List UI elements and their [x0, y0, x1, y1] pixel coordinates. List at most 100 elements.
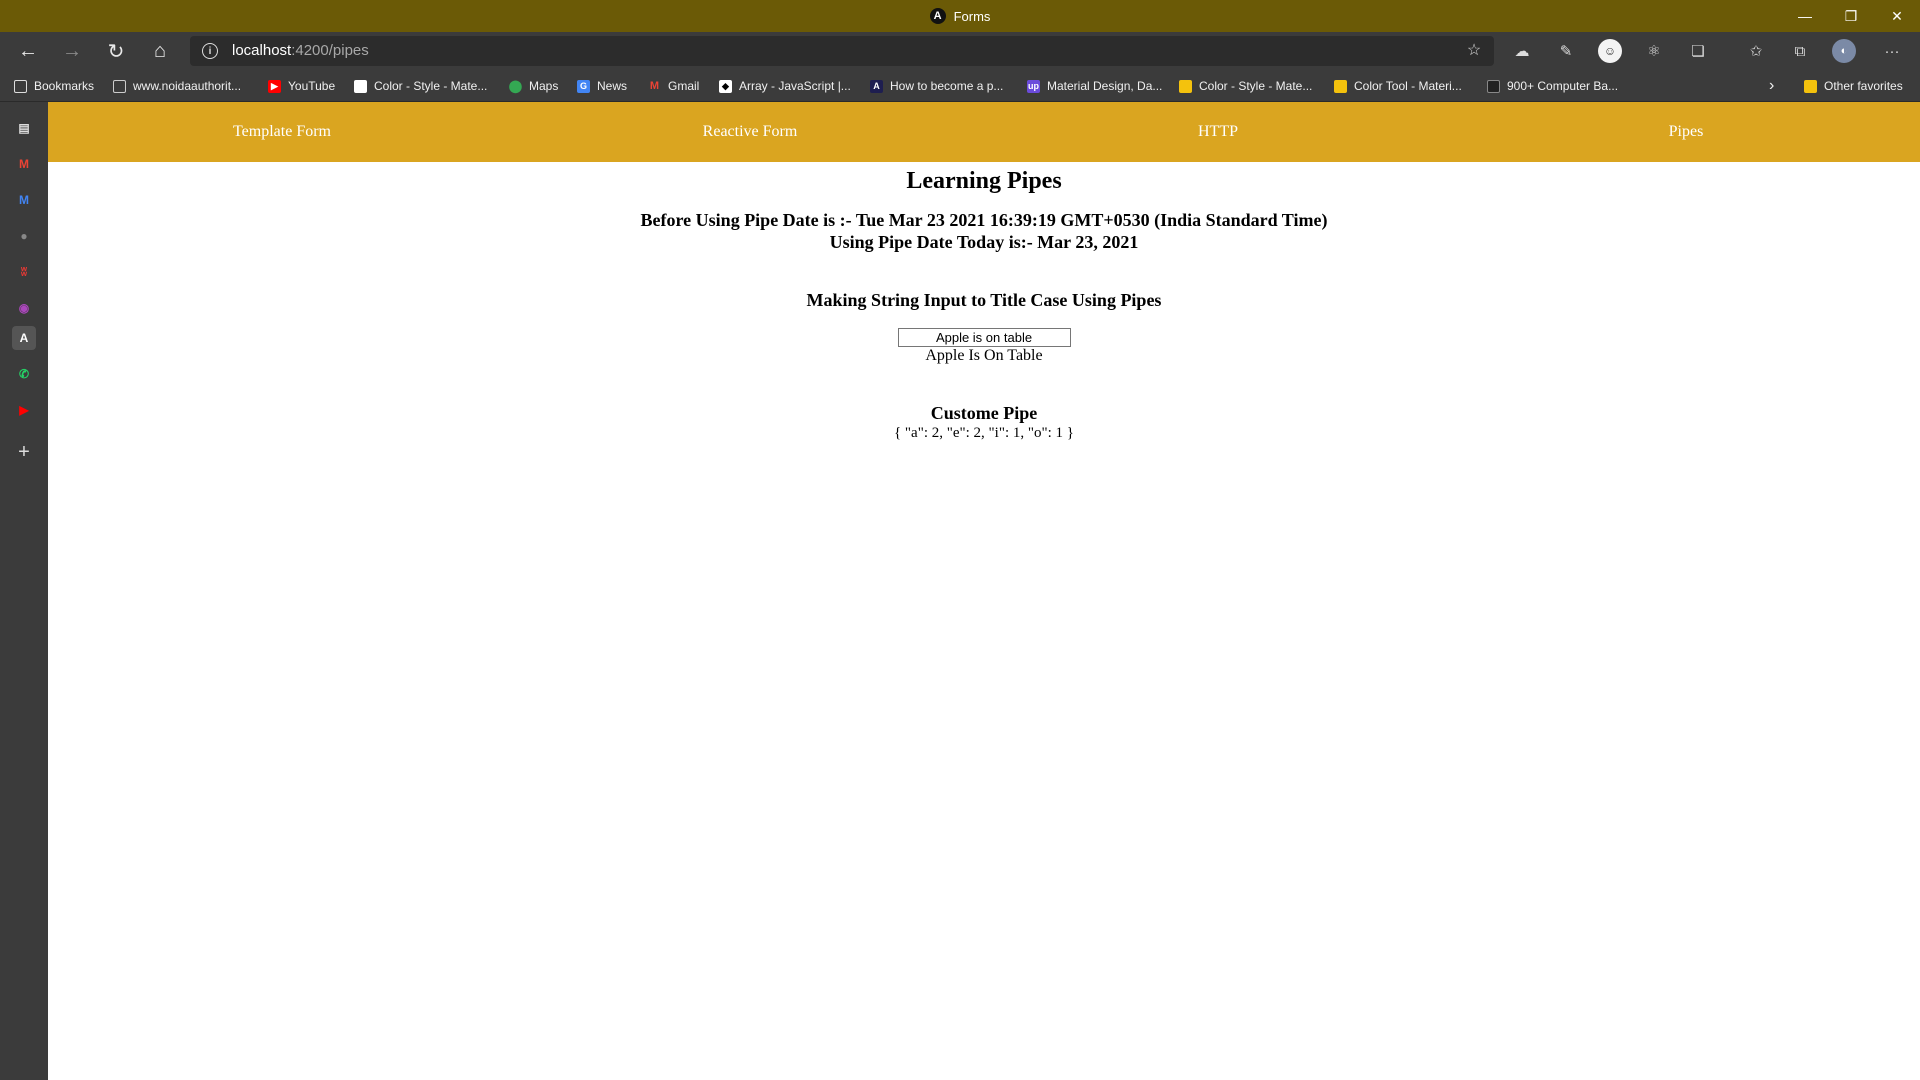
upwork-icon: up [1027, 79, 1040, 93]
bookmark-label: Array - JavaScript |... [739, 79, 851, 93]
sidebar-whatsapp-icon[interactable]: ✆ [12, 362, 36, 386]
pipes-content: Learning Pipes Before Using Pipe Date is… [48, 164, 1920, 442]
bookmark-item[interactable]: M Gmail [648, 70, 699, 102]
bookmark-item[interactable]: Bookmarks [14, 70, 94, 102]
page-title: Learning Pipes [906, 168, 1062, 194]
profile-icon[interactable]: ◐ [1832, 39, 1856, 63]
bookmark-item[interactable]: Color - Style - Mate... [1179, 70, 1312, 102]
angular-app-icon: A [929, 8, 946, 24]
custom-pipe-heading: Custome Pipe [930, 403, 1038, 423]
color-tool-icon [1334, 79, 1347, 93]
bookmark-item[interactable]: 900+ Computer Ba... [1487, 70, 1618, 102]
bookmark-item[interactable]: ◆ Array - JavaScript |... [719, 70, 851, 102]
extension-puzzle-icon[interactable]: ❏ [1686, 39, 1710, 63]
sidebar-app-colorful-icon[interactable]: ◉ [12, 296, 36, 320]
site-info-icon[interactable]: i [202, 43, 218, 59]
bookmark-item[interactable]: www.noidaauthorit... [113, 70, 241, 102]
sidebar-angular-icon[interactable]: A [12, 326, 36, 350]
bookmark-item[interactable]: Color Tool - Materi... [1334, 70, 1462, 102]
bookmark-label: YouTube [288, 79, 336, 93]
bookmark-label: How to become a p... [890, 79, 1004, 93]
browser-sidebar: ▤ M M ● ʬ ◉ A ✆ ▶ + [0, 102, 48, 1080]
reload-icon[interactable]: ↻ [98, 32, 134, 70]
sidebar-app-red-icon[interactable]: ʬ [12, 260, 36, 284]
extension-pen-icon[interactable]: ✎ [1554, 39, 1578, 63]
collections-glyph: ▤ [18, 121, 30, 135]
extension-react-icon[interactable]: ⚛ [1642, 39, 1666, 63]
folder-icon [1804, 79, 1817, 93]
sidebar-youtube-icon[interactable]: ▶ [12, 398, 36, 422]
bookmarks-folder-icon [14, 79, 27, 93]
whatsapp-glyph: ✆ [18, 367, 30, 381]
add-favorite-icon[interactable]: ☆ [1464, 41, 1484, 61]
title-case-output: Apple Is On Table [925, 347, 1043, 364]
bookmark-item[interactable]: ▶ YouTube [268, 70, 335, 102]
github-glyph: ● [20, 229, 28, 243]
custom-pipe-output: { "a": 2, "e": 2, "i": 1, "o": 1 } [893, 425, 1075, 441]
address-bar[interactable]: i localhost:4200/pipes ☆ [190, 36, 1494, 66]
nav-http[interactable]: HTTP [984, 123, 1452, 141]
material-icon [354, 79, 367, 93]
collections-icon[interactable]: ⧉ [1788, 39, 1812, 63]
minimize-icon[interactable]: — [1782, 0, 1828, 32]
bookmark-item[interactable]: A How to become a p... [870, 70, 1003, 102]
gmail-icon: M [649, 80, 660, 92]
material-color-icon [1179, 79, 1192, 93]
gmail-glyph: M [19, 157, 29, 171]
angular-glyph: A [19, 331, 29, 345]
sidebar-collections-icon[interactable]: ▤ [12, 116, 36, 140]
sidebar-add-icon[interactable]: + [12, 440, 36, 464]
extension-cloud-icon[interactable]: ☁ [1510, 39, 1534, 63]
app-nav-bar: Template Form Reactive Form HTTP Pipes [48, 102, 1920, 162]
other-favorites[interactable]: Other favorites [1804, 70, 1903, 102]
url-host: localhost [232, 42, 292, 59]
youtube-icon: ▶ [268, 79, 281, 93]
news-icon: G [577, 79, 590, 93]
more-icon[interactable]: ··· [1880, 39, 1904, 63]
forward-icon[interactable]: → [54, 32, 90, 70]
bookmarks-bar: Bookmarks www.noidaauthorit... ▶ YouTube … [0, 70, 1920, 102]
title-case-input[interactable] [897, 328, 1071, 347]
bookmark-label: Bookmarks [34, 79, 95, 93]
nav-template-form[interactable]: Template Form [48, 123, 516, 141]
browser-toolbar: ← → ↻ ⌂ i localhost:4200/pipes ☆ ☁ ✎ ☺ ⚛… [0, 32, 1920, 70]
back-icon[interactable]: ← [10, 32, 46, 70]
page-icon [113, 79, 126, 93]
url-text[interactable]: localhost:4200/pipes [232, 36, 369, 66]
home-icon[interactable]: ⌂ [142, 32, 178, 70]
app-colorful-glyph: ◉ [18, 301, 30, 315]
bookmark-item[interactable]: up Material Design, Da... [1027, 70, 1162, 102]
nav-reactive-form[interactable]: Reactive Form [516, 123, 984, 141]
bookmark-item[interactable]: G News [577, 70, 627, 102]
extension-avatar-icon[interactable]: ☺ [1598, 39, 1622, 63]
bookmark-label: Color - Style - Mate... [1199, 79, 1313, 93]
window-title-text: Forms [953, 8, 991, 24]
window-title: A Forms [0, 0, 1920, 32]
angular-icon: A [870, 79, 883, 93]
url-path: :4200/pipes [291, 42, 369, 59]
title-case-heading: Making String Input to Title Case Using … [806, 290, 1162, 310]
bookmark-item[interactable]: Color - Style - Mate... [354, 70, 487, 102]
bookmark-label: Color - Style - Mate... [374, 79, 488, 93]
close-icon[interactable]: ✕ [1874, 0, 1920, 32]
sidebar-gmail-alt-icon[interactable]: M [12, 188, 36, 212]
restore-icon[interactable]: ❐ [1828, 0, 1874, 32]
using-pipe-date: Using Pipe Date Today is:- Mar 23, 2021 [829, 232, 1139, 252]
sidebar-gmail-icon[interactable]: M [12, 152, 36, 176]
computer-icon [1487, 79, 1500, 93]
bookmarks-overflow-icon[interactable]: › [1769, 70, 1774, 102]
app-red-glyph: ʬ [20, 265, 28, 279]
bookmark-label: Gmail [668, 79, 700, 93]
before-pipe-date: Before Using Pipe Date is :- Tue Mar 23 … [640, 210, 1328, 230]
sidebar-github-icon[interactable]: ● [12, 224, 36, 248]
bookmark-label: Color Tool - Materi... [1354, 79, 1462, 93]
maps-icon: ⬤ [508, 79, 523, 93]
youtube-glyph: ▶ [19, 403, 29, 417]
mdn-icon: ◆ [719, 79, 732, 93]
bookmark-label: News [597, 79, 628, 93]
bookmark-label: 900+ Computer Ba... [1507, 79, 1619, 93]
favorites-icon[interactable]: ✩ [1744, 39, 1768, 63]
web-page: Template Form Reactive Form HTTP Pipes L… [48, 102, 1920, 1080]
bookmark-item[interactable]: ⬤ Maps [508, 70, 559, 102]
nav-pipes[interactable]: Pipes [1452, 123, 1920, 141]
